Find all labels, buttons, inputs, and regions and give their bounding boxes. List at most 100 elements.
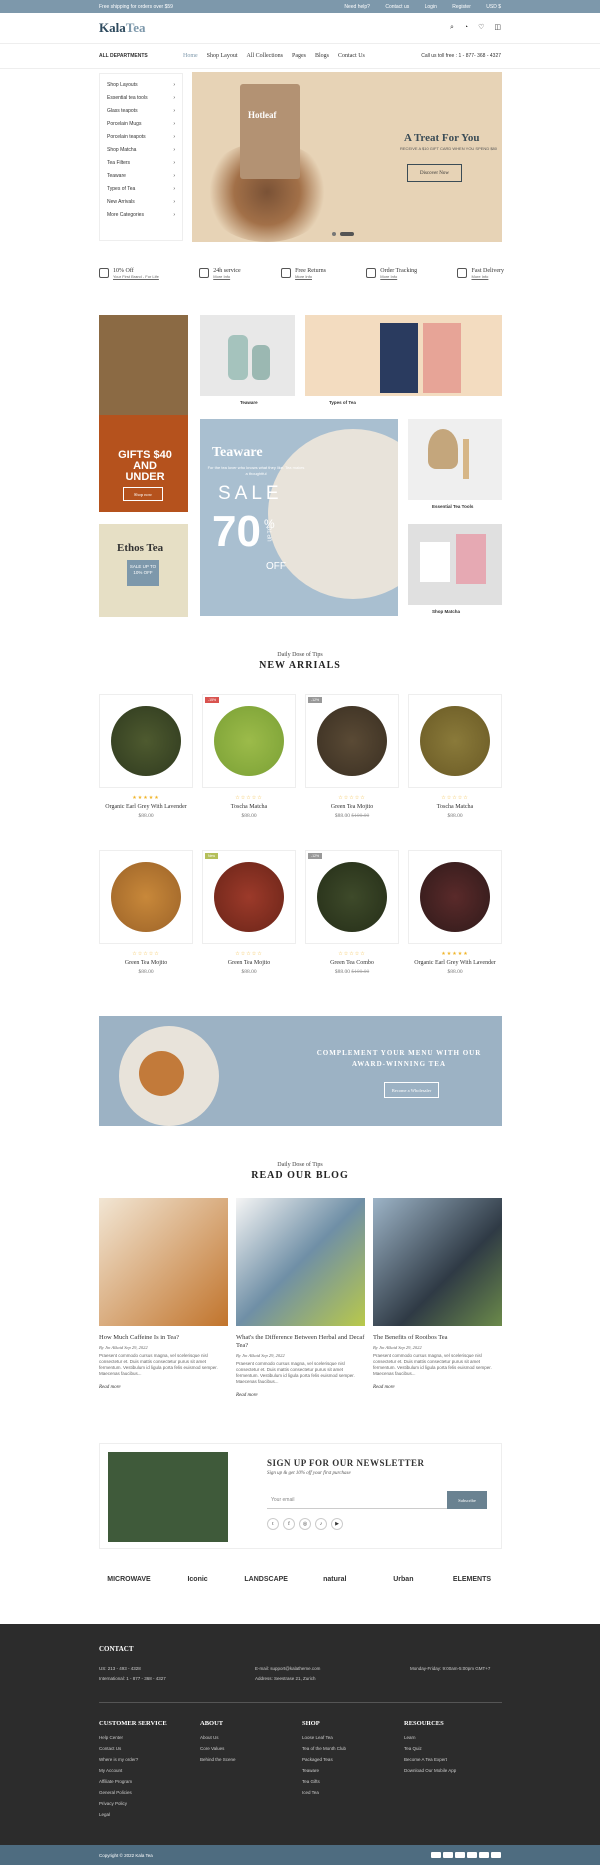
product-name: Toscha Matcha	[230, 804, 268, 810]
top-bar: Free shipping for orders over $59 Need h…	[0, 0, 600, 13]
discover-button[interactable]: Discover Now	[407, 164, 462, 182]
register-link[interactable]: Register	[452, 4, 471, 10]
product-card[interactable]: -15% ☆☆☆☆☆ Toscha Matcha $88.00	[202, 694, 296, 820]
email-field[interactable]: Your email	[267, 1491, 447, 1509]
product-name: Toscha Matcha	[436, 804, 474, 810]
sidebar-item[interactable]: Types of Tea ›	[107, 182, 175, 195]
youtube-icon[interactable]: ▶	[331, 1518, 343, 1530]
location-icon	[366, 268, 377, 278]
footer-col-shop: SHOP Loose Leaf Tea Tea of the Month Club…	[302, 1720, 347, 1795]
product-card[interactable]: -12% ☆☆☆☆☆ Green Tea Combo $88.00 $100.0…	[305, 850, 399, 976]
sidebar-item[interactable]: New Arrivals ›	[107, 195, 175, 208]
tea-pack-image: Hotleaf	[240, 84, 300, 179]
blog-image	[373, 1198, 502, 1326]
twitter-icon[interactable]: t	[267, 1518, 279, 1530]
product-card[interactable]: -12% ☆☆☆☆☆ Green Tea Mojito $88.00 $100.…	[305, 694, 399, 820]
wholesaler-button[interactable]: Become a Wholesaler	[384, 1082, 439, 1098]
footer-col-about: ABOUT About Us Core Values Behind the Scen…	[200, 1720, 236, 1762]
hero-slider: Hotleaf A Treat For You RECEIVE A $10 GI…	[192, 72, 502, 242]
cart-icon[interactable]: ◫	[494, 23, 501, 32]
newsletter-title: SIGN UP FOR OUR NEWSLETTER	[267, 1458, 425, 1468]
sidebar-item[interactable]: Tea Filters ›	[107, 156, 175, 169]
all-departments-toggle[interactable]: ALL DEPARTMENTS	[99, 53, 183, 59]
ethos-tea-tile[interactable]: Ethos Tea SALE UP TO 10% OFF	[99, 524, 188, 617]
sidebar-item[interactable]: Shop Layouts ›	[107, 78, 175, 91]
blog-post[interactable]: What's the Difference Between Herbal and…	[236, 1198, 365, 1398]
sidebar-item[interactable]: Essential tea tools ›	[107, 91, 175, 104]
headset-icon	[199, 268, 210, 278]
blog-post[interactable]: How Much Caffeine Is in Tea? By Jin Alka…	[99, 1198, 228, 1390]
blog-post[interactable]: The Benefits of Rooibos Tea By Jin Alkai…	[373, 1198, 502, 1390]
footer-col-resources: RESOURCES Learn Tea Quiz Become A Tea Expe…	[404, 1720, 457, 1773]
help-link[interactable]: Need help?	[344, 4, 370, 10]
wholesale-banner: COMPLEMENT YOUR MENU WITH OUR AWARD-WINN…	[99, 1016, 502, 1126]
types-tile[interactable]: Types of Tea	[305, 315, 502, 408]
currency-select[interactable]: USD $	[486, 4, 501, 10]
newsletter-box: SIGN UP FOR OUR NEWSLETTER Sign up & get…	[99, 1443, 502, 1549]
hero-subtitle: RECEIVE A $10 GIFT CARD WHEN YOU SPEND $…	[400, 146, 497, 151]
sidebar-item[interactable]: Glass teapots ›	[107, 104, 175, 117]
brand-logo: MICROWAVE	[107, 1576, 151, 1583]
feature-tracking: Order Tracking More Info	[366, 268, 417, 279]
call-text: Call us toll free : 1 - 877- 368 - 4327	[421, 53, 501, 59]
search-icon[interactable]: ⌕	[450, 23, 454, 32]
nav-pages[interactable]: Pages	[292, 53, 306, 59]
essential-tools-tile[interactable]: Essential Tea Tools	[408, 419, 502, 512]
promo-text: Free shipping for orders over $59	[99, 3, 173, 10]
user-icon[interactable]: ◔	[464, 23, 468, 32]
nav-home[interactable]: Home	[183, 53, 198, 59]
subscribe-button[interactable]: Subscribe	[447, 1491, 487, 1509]
product-card[interactable]: ★★★★★ Organic Earl Grey With Lavender $8…	[99, 694, 193, 820]
product-card[interactable]: New ☆☆☆☆☆ Green Tea Mojito $88.00	[202, 850, 296, 976]
sidebar-item[interactable]: Porcelain teapots ›	[107, 130, 175, 143]
gifts-banner[interactable]: GIFTS $40 AND UNDER Shop now	[99, 315, 188, 512]
feature-delivery: Fast Delivery More Info	[457, 268, 504, 279]
shop-now-button[interactable]: Shop now	[123, 487, 163, 501]
brand-logo: LANDSCAPE	[244, 1576, 288, 1583]
product-name: Green Tea Mojito	[330, 804, 374, 810]
brand-logo: Iconic	[187, 1576, 208, 1583]
instagram-icon[interactable]: ◎	[299, 1518, 311, 1530]
product-card[interactable]: ☆☆☆☆☆ Toscha Matcha $88.00	[408, 694, 502, 820]
slider-dots[interactable]	[332, 232, 354, 236]
feature-discount: 10% Off Your First Brand - For Life	[99, 268, 159, 279]
facebook-icon[interactable]: f	[283, 1518, 295, 1530]
nav-shop-layout[interactable]: Shop Layout	[207, 53, 238, 59]
read-more-link[interactable]: Read more	[236, 1393, 365, 1398]
matcha-tile[interactable]: Shop Matcha	[408, 524, 502, 617]
product-card[interactable]: ★★★★★ Organic Earl Grey With Lavender $8…	[408, 850, 502, 976]
contact-link[interactable]: Contact us	[385, 4, 409, 10]
blog-heading: Daily Dose of Tips READ OUR BLOG	[251, 1162, 349, 1181]
tiktok-icon[interactable]: ♪	[315, 1518, 327, 1530]
newsletter-image	[108, 1452, 228, 1542]
nav-blogs[interactable]: Blogs	[315, 53, 329, 59]
footer: CONTACT US: 213 - 493 - 4328 Internationa…	[0, 1624, 600, 1865]
nav-all-collections[interactable]: All Collections	[247, 53, 284, 59]
product-name: Green Tea Mojito	[124, 960, 168, 966]
login-link[interactable]: Login	[425, 4, 437, 10]
teaware-sale-banner[interactable]: Teaware For the tea lover who knows what…	[200, 419, 398, 616]
blog-image	[236, 1198, 365, 1326]
sidebar-item[interactable]: Porcelain Mugs ›	[107, 117, 175, 130]
tile-label: Types of Tea	[305, 396, 502, 408]
payment-icons	[431, 1852, 501, 1858]
sidebar-item[interactable]: More Categories ›	[107, 208, 175, 221]
logo[interactable]: KalaTea	[99, 20, 145, 36]
read-more-link[interactable]: Read more	[99, 1385, 228, 1390]
heart-icon[interactable]: ♡	[478, 23, 484, 32]
brand-logo: ELEMENTS	[452, 1576, 492, 1583]
newsletter-subtitle: Sign up & get 10% off your first purchas…	[267, 1471, 351, 1476]
product-name: Organic Earl Grey With Lavender	[414, 960, 496, 966]
product-name: Green Tea Mojito	[227, 960, 271, 966]
product-card[interactable]: ☆☆☆☆☆ Green Tea Mojito $88.00	[99, 850, 193, 976]
teaware-tile[interactable]: Teaware	[200, 315, 295, 408]
sidebar-item[interactable]: Teaware ›	[107, 169, 175, 182]
brand-logos: MICROWAVE Iconic LANDSCAPE natural Urban…	[99, 1576, 502, 1583]
product-name: Organic Earl Grey With Lavender	[105, 804, 187, 810]
read-more-link[interactable]: Read more	[373, 1385, 502, 1390]
sidebar-item[interactable]: Shop Matcha ›	[107, 143, 175, 156]
nav-contact[interactable]: Contact Us	[338, 53, 365, 59]
main-nav: ALL DEPARTMENTS Home Shop Layout All Col…	[0, 43, 600, 69]
product-name: Green Tea Combo	[330, 960, 374, 966]
contact-heading: CONTACT	[99, 1645, 134, 1653]
